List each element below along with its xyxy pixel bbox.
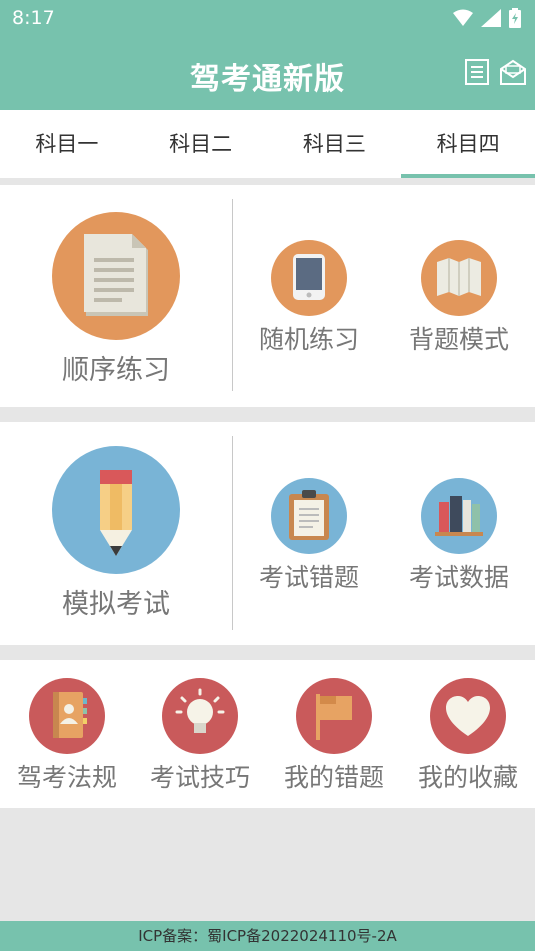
practice-card: 顺序练习 随机练习 背题模式 <box>0 185 535 407</box>
app-title: 驾考通新版 <box>190 62 345 97</box>
exam-tips-button[interactable]: 考试技巧 <box>135 678 265 794</box>
exam-data-label: 考试数据 <box>408 563 509 592</box>
memorize-mode-button[interactable]: 背题模式 <box>394 240 524 356</box>
exam-mistakes-button[interactable]: 考试错题 <box>244 478 374 594</box>
books-icon <box>421 478 497 554</box>
clipboard-icon <box>271 478 347 554</box>
signal-icon <box>481 9 501 27</box>
my-mistakes-label: 我的错题 <box>283 763 384 792</box>
driving-rules-label: 驾考法规 <box>16 763 117 792</box>
status-icons <box>453 8 521 28</box>
wifi-icon <box>453 9 473 26</box>
random-practice-button[interactable]: 随机练习 <box>244 240 374 356</box>
my-favorites-button[interactable]: 我的收藏 <box>403 678 533 794</box>
tab-subject-2[interactable]: 科目二 <box>134 110 268 178</box>
tab-subject-1[interactable]: 科目一 <box>0 110 134 178</box>
mock-exam-label: 模拟考试 <box>62 589 170 620</box>
random-practice-label: 随机练习 <box>258 325 359 354</box>
memorize-mode-label: 背题模式 <box>408 325 509 354</box>
status-time: 8:17 <box>12 7 55 29</box>
battery-icon <box>509 8 521 28</box>
status-bar: 8:17 <box>0 0 535 36</box>
exam-tips-label: 考试技巧 <box>149 763 250 792</box>
tablet-icon <box>271 240 347 316</box>
my-favorites-label: 我的收藏 <box>417 763 518 792</box>
my-mistakes-button[interactable]: 我的错题 <box>269 678 399 794</box>
exam-mistakes-label: 考试错题 <box>258 563 359 592</box>
sequential-practice-button[interactable]: 顺序练习 <box>50 212 182 387</box>
heart-icon <box>430 678 506 754</box>
pencil-icon <box>52 446 180 574</box>
sequential-practice-label: 顺序练习 <box>62 355 170 386</box>
vertical-divider <box>232 199 233 391</box>
app-bar: 驾考通新版 <box>0 36 535 110</box>
tab-subject-3[interactable]: 科目三 <box>268 110 402 178</box>
mail-icon[interactable] <box>499 58 527 86</box>
flag-icon <box>296 678 372 754</box>
address-book-icon <box>29 678 105 754</box>
icp-footer: ICP备案：蜀ICP备2022024110号-2A <box>0 921 535 951</box>
map-icon <box>421 240 497 316</box>
lightbulb-icon <box>162 678 238 754</box>
exam-card: 模拟考试 考试错题 考试数据 <box>0 422 535 645</box>
extras-card: 驾考法规 考试技巧 我的错题 我的收藏 <box>0 660 535 808</box>
driving-rules-button[interactable]: 驾考法规 <box>2 678 132 794</box>
subject-tabs: 科目一 科目二 科目三 科目四 <box>0 110 535 178</box>
document-icon[interactable] <box>463 58 491 86</box>
mock-exam-button[interactable]: 模拟考试 <box>50 446 182 621</box>
document-icon <box>52 212 180 340</box>
exam-data-button[interactable]: 考试数据 <box>394 478 524 594</box>
tab-subject-4[interactable]: 科目四 <box>401 110 535 178</box>
vertical-divider <box>232 436 233 630</box>
